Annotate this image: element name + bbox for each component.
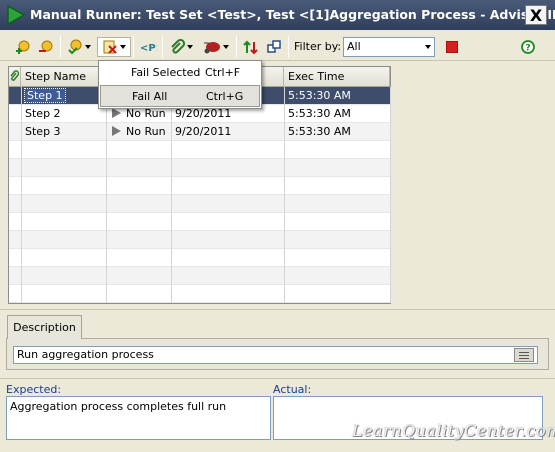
column-divider bbox=[106, 87, 107, 303]
filter-label: Filter by: bbox=[294, 40, 342, 53]
compact-view-button[interactable] bbox=[264, 37, 284, 57]
toolbar-separator bbox=[60, 36, 61, 58]
tab-description[interactable]: Description bbox=[7, 315, 82, 339]
menu-item-shortcut: Ctrl+F bbox=[205, 66, 241, 79]
expand-icon bbox=[519, 355, 529, 356]
menu-item-fail-selected[interactable]: Fail Selected Ctrl+F bbox=[100, 62, 260, 84]
exec-time-cell: 5:53:30 AM bbox=[288, 125, 351, 138]
column-divider bbox=[284, 87, 285, 303]
defects-button[interactable] bbox=[200, 37, 232, 57]
paperclip-icon bbox=[10, 70, 20, 81]
close-button[interactable]: X bbox=[525, 5, 547, 25]
exec-date-cell: 9/20/2011 bbox=[175, 125, 232, 138]
toolbar-separator bbox=[288, 36, 289, 58]
step-name-cell: Step 3 bbox=[25, 125, 61, 138]
add-step-icon bbox=[16, 40, 30, 54]
svg-text:?: ? bbox=[525, 44, 530, 54]
fail-step-button[interactable] bbox=[97, 37, 131, 57]
fail-step-icon bbox=[103, 40, 117, 54]
window-icon bbox=[267, 40, 281, 53]
filter-select[interactable]: All bbox=[343, 37, 435, 57]
chevron-down-icon bbox=[120, 45, 126, 49]
empty-row bbox=[9, 159, 390, 177]
chevron-down-icon bbox=[187, 45, 193, 49]
expand-icon bbox=[519, 358, 529, 359]
empty-row bbox=[9, 285, 390, 303]
filter-select-value: All bbox=[347, 40, 361, 53]
move-up-button[interactable] bbox=[240, 37, 262, 57]
toolbar-separator bbox=[162, 36, 163, 58]
empty-row bbox=[9, 267, 390, 285]
menu-item-label: Fail All bbox=[132, 90, 168, 103]
menu-item-fail-all[interactable]: Fail All Ctrl+G bbox=[100, 85, 260, 107]
watermark: LearnQualityCenter.com bbox=[352, 421, 555, 440]
no-run-icon bbox=[112, 108, 121, 118]
pass-step-button[interactable] bbox=[65, 37, 93, 57]
expected-field[interactable]: Aggregation process completes full run bbox=[6, 396, 271, 440]
help-icon: ? bbox=[521, 40, 535, 54]
empty-row bbox=[9, 195, 390, 213]
exec-time-cell: 5:53:30 AM bbox=[288, 89, 351, 102]
chevron-down-icon bbox=[425, 45, 431, 49]
status-cell: No Run bbox=[126, 125, 166, 138]
exec-time-column-header[interactable]: Exec Time bbox=[284, 67, 390, 87]
svg-text:<P>: <P> bbox=[140, 43, 157, 54]
toolbar-separator bbox=[133, 36, 134, 58]
expand-icon bbox=[519, 352, 529, 353]
section-divider bbox=[0, 309, 555, 310]
delete-step-icon bbox=[39, 40, 53, 52]
actual-label: Actual: bbox=[273, 383, 312, 396]
attachment-column-header[interactable] bbox=[9, 67, 21, 87]
column-divider bbox=[390, 87, 391, 303]
app-logo-icon bbox=[6, 4, 26, 26]
table-row[interactable]: Step 3 No Run 9/20/2011 5:53:30 AM bbox=[9, 123, 390, 141]
delete-step-button[interactable] bbox=[36, 37, 56, 57]
stop-run-button[interactable] bbox=[442, 37, 462, 57]
paperclip-icon bbox=[171, 39, 185, 54]
attachments-button[interactable] bbox=[166, 37, 196, 57]
sort-arrows-icon bbox=[243, 40, 258, 55]
exec-time-cell: 5:53:30 AM bbox=[288, 107, 351, 120]
column-divider bbox=[21, 87, 22, 303]
empty-row bbox=[9, 213, 390, 231]
menu-item-label: Fail Selected bbox=[131, 66, 201, 79]
column-divider bbox=[171, 87, 172, 303]
expand-description-button[interactable] bbox=[514, 348, 534, 362]
toolbar: <P> Filter by: ? bbox=[0, 30, 555, 61]
close-icon: X bbox=[529, 5, 543, 25]
stop-icon bbox=[446, 41, 458, 53]
expected-label: Expected: bbox=[6, 383, 62, 396]
title-bar: Manual Runner: Test Set <Test>, Test <[1… bbox=[0, 0, 555, 30]
chevron-down-icon bbox=[223, 45, 229, 49]
fail-dropdown-menu: Fail Selected Ctrl+F Fail All Ctrl+G bbox=[98, 60, 262, 109]
parameter-button[interactable]: <P> bbox=[137, 37, 159, 57]
help-button[interactable]: ? bbox=[518, 37, 538, 57]
chevron-down-icon bbox=[85, 45, 91, 49]
empty-row bbox=[9, 231, 390, 249]
parameter-icon: <P> bbox=[140, 43, 157, 54]
description-field[interactable]: Run aggregation process bbox=[13, 346, 538, 364]
empty-row bbox=[9, 177, 390, 195]
empty-row bbox=[9, 249, 390, 267]
menu-item-shortcut: Ctrl+G bbox=[206, 90, 244, 103]
step-name-cell: Step 2 bbox=[25, 107, 61, 120]
toolbar-separator bbox=[236, 36, 237, 58]
section-divider bbox=[0, 378, 555, 379]
bug-icon bbox=[204, 42, 220, 54]
add-step-button[interactable] bbox=[13, 37, 33, 57]
step-name-cell: Step 1 bbox=[24, 88, 66, 103]
window-title: Manual Runner: Test Set <Test>, Test <[1… bbox=[30, 7, 555, 22]
no-run-icon bbox=[112, 126, 121, 136]
step-name-column-header[interactable]: Step Name bbox=[21, 67, 106, 87]
pass-step-icon bbox=[68, 39, 82, 55]
empty-row bbox=[9, 141, 390, 159]
